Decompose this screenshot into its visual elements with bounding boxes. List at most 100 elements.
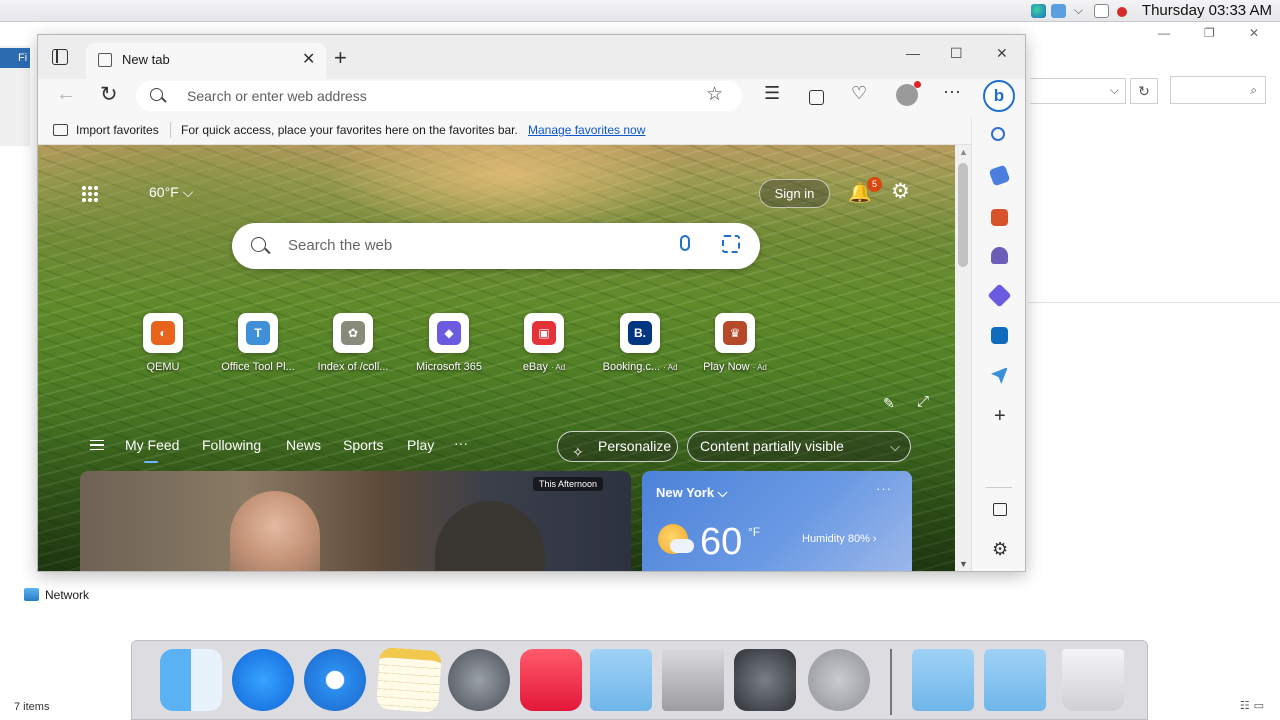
sidebar-settings-icon[interactable]: ⚙ bbox=[992, 539, 1008, 560]
quick-link-tile[interactable]: ◐ QEMU bbox=[118, 313, 208, 373]
back-button[interactable]: ← bbox=[56, 83, 76, 106]
add-sidebar-app-icon[interactable]: + bbox=[994, 405, 1006, 428]
weather-city[interactable]: New York ⌵ bbox=[656, 485, 728, 501]
power-icon[interactable] bbox=[808, 649, 870, 711]
news-card[interactable]: This Afternoon bbox=[80, 471, 631, 571]
content-visibility-dropdown[interactable]: Content partially visible ⌵ bbox=[687, 431, 911, 462]
web-search-box[interactable]: Search the web bbox=[232, 223, 760, 269]
scroll-thumb[interactable] bbox=[958, 163, 968, 267]
news-time-badge: This Afternoon bbox=[533, 477, 604, 491]
quick-link-tile[interactable]: ▣ eBay · Ad bbox=[499, 313, 589, 373]
trash-icon[interactable] bbox=[1062, 649, 1124, 711]
hamburger-menu-icon[interactable] bbox=[90, 440, 104, 450]
feed-more-button[interactable]: ··· bbox=[454, 435, 468, 451]
weather-card[interactable]: New York ⌵ ··· 60 °F Humidity 80% › bbox=[642, 471, 912, 571]
new-tab-button[interactable]: + bbox=[334, 45, 347, 71]
quick-link-tile[interactable]: ◆ Microsoft 365 bbox=[404, 313, 494, 373]
launchpad-icon[interactable] bbox=[448, 649, 510, 711]
documents-folder-icon[interactable] bbox=[984, 649, 1046, 711]
settings-more-button[interactable]: ··· bbox=[943, 81, 961, 102]
explorer-restore-button[interactable]: ❐ bbox=[1204, 26, 1215, 40]
scroll-down-arrow[interactable]: ▼ bbox=[959, 559, 968, 569]
tab-news[interactable]: News bbox=[286, 437, 321, 453]
profile-avatar[interactable] bbox=[896, 81, 921, 106]
microphone-icon[interactable] bbox=[680, 235, 690, 251]
finder-icon[interactable] bbox=[1051, 4, 1066, 18]
new-tab-page-icon bbox=[98, 53, 112, 67]
explorer-refresh-button[interactable]: ↻ bbox=[1130, 78, 1158, 104]
games-icon[interactable] bbox=[991, 247, 1008, 264]
tools-icon[interactable] bbox=[991, 209, 1008, 226]
personalize-button[interactable]: ✧ Personalize bbox=[557, 431, 678, 462]
edge-icon[interactable] bbox=[1031, 4, 1046, 18]
bank-folder-icon[interactable] bbox=[590, 649, 652, 711]
system-preferences-icon[interactable] bbox=[734, 649, 796, 711]
music-icon[interactable] bbox=[520, 649, 582, 711]
mac-pro-icon[interactable] bbox=[662, 649, 724, 711]
web-search-input[interactable]: Search the web bbox=[288, 237, 392, 254]
finder-icon[interactable] bbox=[160, 649, 222, 711]
chevron-icon[interactable]: ⌵ bbox=[1074, 3, 1083, 18]
view-toggle-icons[interactable]: ☷▭ bbox=[1240, 699, 1268, 712]
minimize-button[interactable]: — bbox=[906, 45, 920, 61]
page-settings-gear-icon[interactable]: ⚙ bbox=[891, 179, 910, 204]
chevron-down-icon[interactable]: ⌵ bbox=[1110, 83, 1119, 98]
import-favorites-icon[interactable] bbox=[53, 124, 68, 136]
explorer-file-tab[interactable]: Fi bbox=[0, 48, 30, 68]
scroll-up-arrow[interactable]: ▲ bbox=[959, 147, 968, 157]
explorer-close-button[interactable]: ✕ bbox=[1249, 26, 1259, 40]
send-icon[interactable] bbox=[991, 367, 1008, 384]
weather-more-button[interactable]: ··· bbox=[876, 481, 892, 496]
tab-my-feed[interactable]: My Feed bbox=[125, 437, 179, 453]
address-placeholder[interactable]: Search or enter web address bbox=[187, 88, 367, 104]
network-off-icon[interactable] bbox=[1117, 7, 1127, 17]
app-store-icon[interactable] bbox=[232, 649, 294, 711]
weather-humidity[interactable]: Humidity 80% › bbox=[802, 533, 877, 545]
hide-sidebar-icon[interactable] bbox=[993, 503, 1007, 516]
explorer-address-bar[interactable]: ⌵ bbox=[1030, 78, 1126, 104]
explorer-search-input[interactable]: ⌕ bbox=[1170, 76, 1266, 104]
expand-background-icon[interactable]: ⤢ bbox=[917, 393, 929, 410]
desktop-folder-icon[interactable] bbox=[912, 649, 974, 711]
divider bbox=[170, 122, 171, 138]
tab-sports[interactable]: Sports bbox=[343, 437, 383, 453]
quick-link-tile[interactable]: ✿ Index of /coll... bbox=[308, 313, 398, 373]
tab-play[interactable]: Play bbox=[407, 437, 434, 453]
active-tab-indicator bbox=[144, 461, 158, 463]
clock[interactable]: Thursday 03:33 AM bbox=[1142, 2, 1272, 19]
weather-summary[interactable]: 60°F ⌵ bbox=[149, 184, 193, 201]
shopping-tag-icon[interactable] bbox=[988, 164, 1011, 187]
quick-link-tile[interactable]: B. Booking.c... · Ad bbox=[595, 313, 685, 373]
tab-actions-icon[interactable] bbox=[52, 49, 68, 65]
explorer-minimize-button[interactable]: — bbox=[1158, 26, 1170, 40]
reload-button[interactable]: ↻ bbox=[100, 82, 118, 107]
close-window-button[interactable]: ✕ bbox=[996, 45, 1008, 62]
visual-search-icon[interactable] bbox=[722, 235, 740, 253]
address-bar[interactable]: Search or enter web address ☆ bbox=[136, 81, 742, 111]
quick-link-tile[interactable]: T Office Tool Pl... bbox=[213, 313, 303, 373]
app-launcher-icon[interactable] bbox=[81, 185, 99, 203]
tab-following[interactable]: Following bbox=[202, 437, 261, 453]
microsoft365-icon[interactable] bbox=[987, 283, 1012, 308]
copilot-button[interactable]: b bbox=[983, 80, 1015, 112]
add-favorite-star-icon[interactable]: ☆ bbox=[706, 83, 723, 106]
outlook-icon[interactable] bbox=[991, 327, 1008, 344]
import-favorites-button[interactable]: Import favorites bbox=[76, 123, 159, 137]
network-nav-item[interactable]: Network bbox=[24, 588, 89, 602]
notes-icon[interactable] bbox=[375, 646, 443, 714]
edit-background-icon[interactable]: ✎ bbox=[883, 395, 895, 412]
tab-new-tab[interactable]: New tab ✕ bbox=[86, 43, 326, 79]
close-tab-icon[interactable]: ✕ bbox=[302, 49, 315, 69]
safari-icon[interactable] bbox=[304, 649, 366, 711]
collections-icon[interactable] bbox=[809, 90, 824, 105]
manage-favorites-link[interactable]: Manage favorites now bbox=[528, 123, 645, 137]
display-icon[interactable] bbox=[1094, 4, 1109, 18]
page-scrollbar[interactable]: ▲ ▼ bbox=[955, 145, 971, 571]
browser-essentials-icon[interactable]: ♡ bbox=[851, 83, 867, 104]
search-icon[interactable] bbox=[991, 127, 1005, 141]
dock bbox=[131, 640, 1148, 720]
maximize-button[interactable]: ☐ bbox=[950, 45, 963, 62]
sign-in-button[interactable]: Sign in bbox=[759, 179, 830, 208]
favorites-icon[interactable]: ☰ bbox=[764, 83, 780, 104]
quick-link-tile[interactable]: ♛ Play Now · Ad bbox=[690, 313, 780, 373]
